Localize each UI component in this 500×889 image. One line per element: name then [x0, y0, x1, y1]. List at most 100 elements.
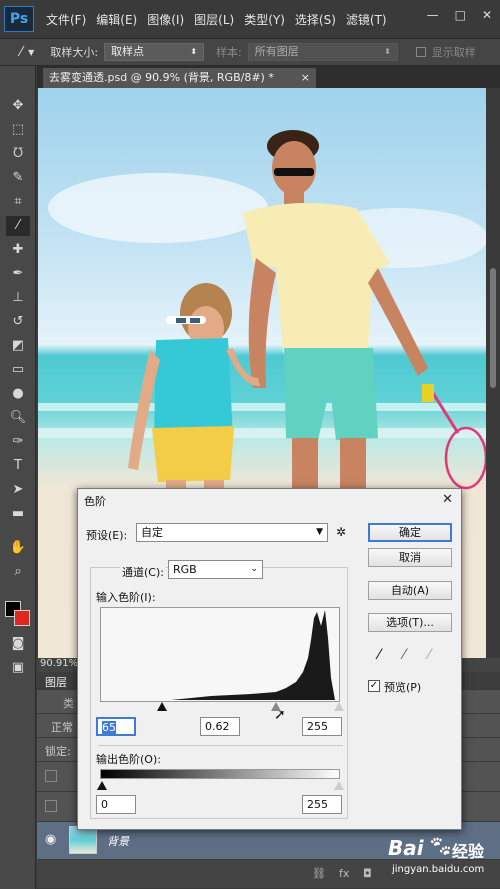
- preview-label: 预览(P): [384, 681, 422, 694]
- layer-visibility-toggle[interactable]: [45, 800, 57, 812]
- input-levels-label: 输入色阶(I):: [96, 591, 156, 604]
- preset-select[interactable]: 自定 ▼: [136, 523, 328, 542]
- stamp-tool-icon[interactable]: ⊥: [6, 288, 30, 308]
- lasso-tool-icon[interactable]: ᘮ: [6, 144, 30, 164]
- man-figure: [243, 130, 428, 498]
- tab-layers[interactable]: 图层: [45, 674, 67, 690]
- layer-thumbnail: [69, 826, 97, 854]
- eye-icon[interactable]: ◉: [45, 832, 56, 847]
- preview-checkbox[interactable]: ✓: [368, 680, 380, 692]
- white-eyedropper-icon[interactable]: ⁄: [428, 647, 430, 663]
- menu-bar: Ps 文件(F) 编辑(E) 图像(I) 图层(L) 类型(Y) 选择(S) 滤…: [0, 0, 500, 38]
- input-gamma-field[interactable]: 0.62: [200, 717, 240, 736]
- divider: [98, 745, 343, 746]
- show-ring-label: 显示取样: [431, 46, 476, 59]
- chevron-down-icon: ⌄: [250, 564, 258, 574]
- minimize-button[interactable]: —: [427, 8, 439, 22]
- black-eyedropper-icon[interactable]: ⁄: [378, 647, 380, 663]
- output-levels-label: 输出色阶(O):: [96, 753, 161, 766]
- scrollbar-thumb[interactable]: [490, 268, 496, 388]
- layer-filter-search[interactable]: 类: [63, 695, 74, 711]
- document-tab-bar: 去雾变通透.psd @ 90.9% (背景, RGB/8#) * ×: [37, 66, 500, 88]
- move-tool-icon[interactable]: ✥: [6, 96, 30, 116]
- menu-filter[interactable]: 滤镜(T): [346, 11, 387, 28]
- path-select-tool-icon[interactable]: ➤: [6, 480, 30, 500]
- dialog-close-icon[interactable]: ✕: [442, 492, 453, 507]
- channel-label: 通道(C):: [120, 564, 166, 580]
- input-white-field[interactable]: 255: [302, 717, 342, 736]
- output-gradient: [100, 769, 340, 779]
- sample-select[interactable]: 所有图层 ⬍: [247, 43, 398, 61]
- lock-label: 锁定:: [45, 745, 71, 758]
- levels-dialog: 色阶 ✕ 预设(E): 自定 ▼ ✲ 通道(C): RGB ⌄ 输入色阶(I):…: [77, 488, 462, 830]
- blur-tool-icon[interactable]: ●: [6, 384, 30, 404]
- channel-select[interactable]: RGB ⌄: [168, 560, 263, 579]
- input-white-value: 255: [307, 720, 328, 733]
- menu-file[interactable]: 文件(F): [46, 11, 86, 28]
- zoom-readout: 90.91%: [40, 658, 79, 669]
- watermark-brand2: 经验: [452, 842, 485, 861]
- output-black-field[interactable]: 0: [96, 795, 136, 814]
- sample-size-select[interactable]: 取样点 ⬍: [104, 43, 205, 61]
- quick-select-tool-icon[interactable]: ✎: [6, 168, 30, 188]
- pen-tool-icon[interactable]: ✑: [6, 432, 30, 452]
- layer-visibility-toggle[interactable]: [45, 770, 57, 782]
- layer-name[interactable]: 背景: [107, 833, 129, 849]
- hand-tool-icon[interactable]: ✋: [6, 538, 30, 558]
- toolbox: ✥ ⬚ ᘮ ✎ ⌗ ⁄ ✚ ✒ ⊥ ↺ ◩ ▭ ● 🔍︎ ✑ T ➤ ▬ ✋ ⌕…: [0, 66, 36, 889]
- show-ring-checkbox[interactable]: [415, 47, 426, 57]
- input-black-value: 65: [102, 721, 116, 734]
- output-white-field[interactable]: 255: [302, 795, 342, 814]
- input-white-slider[interactable]: [334, 702, 344, 711]
- fx-icon[interactable]: fx: [339, 867, 349, 880]
- watermark-url: jingyan.baidu.com: [392, 864, 485, 875]
- ok-button[interactable]: 确定: [368, 523, 452, 542]
- watermark-brand: Bai: [388, 836, 424, 860]
- sample-value: 所有图层: [254, 45, 299, 58]
- gradient-tool-icon[interactable]: ▭: [6, 360, 30, 380]
- healing-brush-icon[interactable]: ✚: [6, 240, 30, 260]
- document-title: 去雾变通透.psd @ 90.9% (背景, RGB/8#) *: [49, 71, 274, 84]
- output-black-slider[interactable]: [97, 781, 107, 790]
- preset-options-gear-icon[interactable]: ✲: [336, 525, 346, 539]
- document-tab[interactable]: 去雾变通透.psd @ 90.9% (背景, RGB/8#) * ×: [43, 68, 316, 88]
- menu-edit[interactable]: 编辑(E): [96, 11, 137, 28]
- menu-image[interactable]: 图像(I): [147, 11, 184, 28]
- type-tool-icon[interactable]: T: [6, 456, 30, 476]
- options-button[interactable]: 选项(T)...: [368, 613, 452, 632]
- background-color-swatch[interactable]: [14, 610, 30, 626]
- eyedropper-icon[interactable]: ⁄: [20, 45, 22, 60]
- tool-preset-arrow-icon[interactable]: ▼: [28, 48, 34, 57]
- menu-layer[interactable]: 图层(L): [194, 11, 234, 28]
- close-button[interactable]: ✕: [482, 8, 492, 22]
- canvas-scrollbar[interactable]: [486, 88, 500, 658]
- link-layers-icon[interactable]: ⛓: [312, 867, 326, 880]
- zoom-tool-icon[interactable]: ⌕: [6, 562, 30, 582]
- marquee-tool-icon[interactable]: ⬚: [6, 120, 30, 140]
- quick-mask-icon[interactable]: ◙: [6, 634, 30, 654]
- input-gamma-value: 0.62: [205, 720, 230, 733]
- mouse-cursor-icon: ➚: [274, 707, 286, 723]
- menu-type[interactable]: 类型(Y): [244, 11, 285, 28]
- input-black-slider[interactable]: [157, 702, 167, 711]
- history-brush-icon[interactable]: ↺: [6, 312, 30, 332]
- shape-tool-icon[interactable]: ▬: [6, 504, 30, 524]
- chevron-down-icon: ▼: [316, 527, 323, 537]
- menu-select[interactable]: 选择(S): [295, 11, 336, 28]
- gray-eyedropper-icon[interactable]: ⁄: [403, 647, 405, 663]
- blend-mode-select[interactable]: 正常: [51, 719, 73, 735]
- crop-tool-icon[interactable]: ⌗: [6, 192, 30, 212]
- restore-button[interactable]: □: [455, 8, 466, 22]
- input-black-field[interactable]: 65: [96, 717, 136, 736]
- eyedropper-tool-icon[interactable]: ⁄: [6, 216, 30, 236]
- cancel-button[interactable]: 取消: [368, 548, 452, 567]
- dodge-tool-icon[interactable]: 🔍︎: [6, 408, 30, 428]
- girl-figure: [128, 283, 260, 498]
- paw-icon: 🐾︎: [428, 834, 454, 858]
- screen-mode-icon[interactable]: ▣: [6, 658, 30, 678]
- brush-tool-icon[interactable]: ✒: [6, 264, 30, 284]
- auto-button[interactable]: 自动(A): [368, 581, 452, 600]
- tab-close-icon[interactable]: ×: [301, 68, 310, 88]
- eraser-tool-icon[interactable]: ◩: [6, 336, 30, 356]
- output-white-slider[interactable]: [334, 781, 344, 790]
